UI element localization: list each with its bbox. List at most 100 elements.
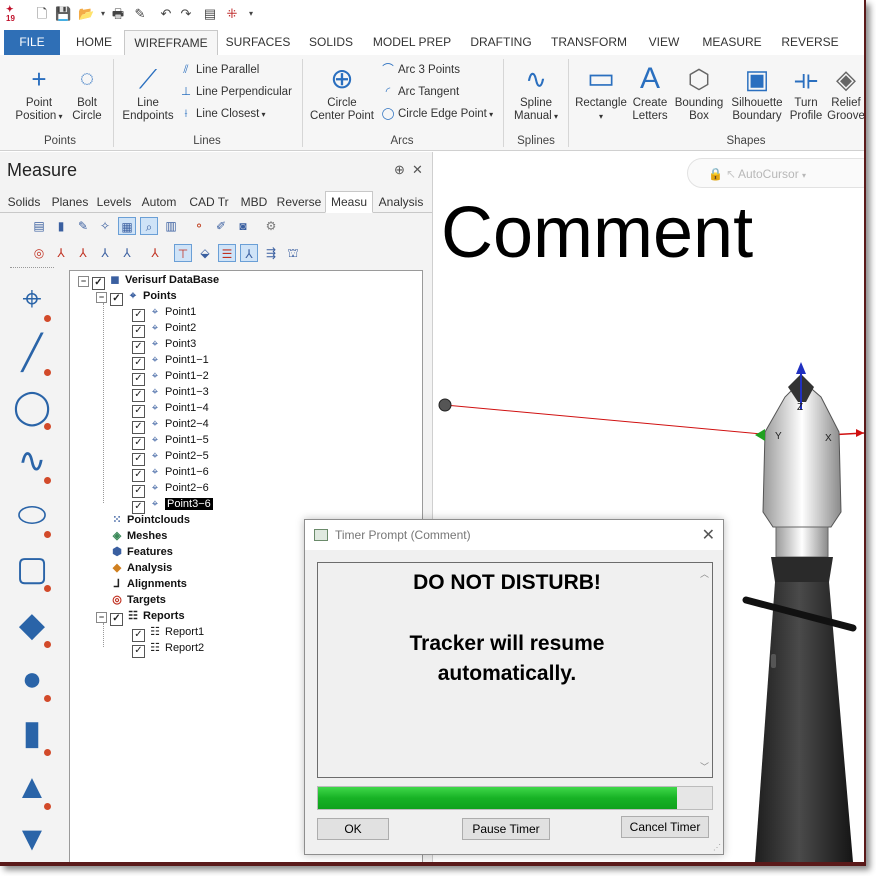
- tab-transform[interactable]: TRANSFORM: [546, 30, 632, 55]
- customize-dropdown-icon[interactable]: ▾: [243, 6, 259, 22]
- tree-node-point[interactable]: ✓ ⌖ Point1−6: [132, 464, 209, 482]
- line-endpoints-button[interactable]: ⟋ Line Endpoints: [118, 63, 178, 123]
- tree-node-point[interactable]: ✓ ⌖ Point2−6: [132, 480, 209, 498]
- point-tool-icon[interactable]: ⚬: [190, 217, 208, 235]
- tree-node-analysis[interactable]: ◆ Analysis: [110, 560, 172, 576]
- tree-node-points[interactable]: − ✓ ⌖ Points: [96, 288, 177, 306]
- tab-file[interactable]: FILE: [4, 30, 60, 55]
- line-closest-button[interactable]: ⟊ Line Closest ▾: [178, 105, 266, 123]
- tree-node-point[interactable]: ✓ ⌖ Point1−1: [132, 352, 209, 370]
- tab-solids[interactable]: SOLIDS: [302, 30, 360, 55]
- align-icon[interactable]: ⅄: [118, 244, 136, 262]
- tree-node-point[interactable]: ✓ ⌖ Point1−2: [132, 368, 209, 386]
- device-icon[interactable]: ▦: [118, 217, 136, 235]
- tree-node-point[interactable]: ✓ ⌖ Point1: [132, 304, 196, 322]
- checkbox[interactable]: ✓: [110, 293, 123, 306]
- tree-node-point[interactable]: ✓ ⌖ Point2: [132, 320, 196, 338]
- tab-planes[interactable]: Planes: [48, 192, 92, 212]
- coordinate-icon[interactable]: ⅄: [96, 244, 114, 262]
- tree-node-point[interactable]: ✓ ⌖ Point2−5: [132, 448, 209, 466]
- tree-node-point[interactable]: ✓ ⌖ Point1−3: [132, 384, 209, 402]
- tab-solids-manager[interactable]: Solids: [4, 192, 44, 212]
- edit-icon[interactable]: ✎: [132, 6, 148, 22]
- tree-node-reports[interactable]: − ✓ ☷ Reports: [96, 608, 185, 626]
- report-icon[interactable]: ▥: [162, 217, 180, 235]
- checkbox[interactable]: ✓: [110, 613, 123, 626]
- tab-model-prep[interactable]: MODEL PREP: [368, 30, 456, 55]
- measure-settings-icon[interactable]: ▤: [30, 217, 48, 235]
- line-parallel-button[interactable]: ⫽ Line Parallel: [178, 61, 259, 79]
- pause-timer-button[interactable]: Pause Timer: [462, 818, 550, 840]
- collapse-icon[interactable]: −: [96, 292, 107, 303]
- tree-node-point[interactable]: ✓ ⌖ Point1−4: [132, 400, 209, 418]
- tab-mbd[interactable]: MBD: [236, 192, 272, 212]
- print-icon[interactable]: 🖶: [110, 6, 126, 22]
- tree-node-point[interactable]: ✓ ⌖ Point2−4: [132, 416, 209, 434]
- device-select-icon[interactable]: ⊤: [174, 244, 192, 262]
- tab-measure[interactable]: MEASURE: [696, 30, 768, 55]
- silhouette-boundary-button[interactable]: ▣ Silhouette Boundary: [726, 63, 788, 123]
- dialog-title-bar[interactable]: Timer Prompt (Comment) ✕: [305, 520, 723, 550]
- redo-icon[interactable]: ↷: [178, 6, 194, 22]
- dialog-close-icon[interactable]: ✕: [702, 525, 715, 545]
- palette-grip[interactable]: [10, 267, 54, 270]
- tab-analysis[interactable]: Analysis: [376, 192, 426, 212]
- properties-icon[interactable]: ▤: [202, 6, 218, 22]
- axis-red-icon[interactable]: ⅄: [146, 244, 164, 262]
- point-position-button[interactable]: + Point Position ▾: [8, 63, 70, 123]
- frame-axis-icon[interactable]: ⅄: [240, 244, 258, 262]
- line-perpendicular-button[interactable]: ⊥ Line Perpendicular: [178, 83, 292, 101]
- tree-node-root[interactable]: − ✓ ◼ Verisurf DataBase: [78, 272, 219, 290]
- tree-node-meshes[interactable]: ◈ Meshes: [110, 528, 168, 544]
- resize-grip-icon[interactable]: ⋰: [713, 843, 721, 852]
- settings-gear-icon[interactable]: ⚙: [262, 217, 280, 235]
- save-icon[interactable]: 💾: [55, 6, 71, 22]
- tab-reverse[interactable]: REVERSE: [776, 30, 844, 55]
- undo-icon[interactable]: ↶: [158, 6, 174, 22]
- rectangle-button[interactable]: ▭ Rectangle ▾: [572, 63, 630, 123]
- tab-surfaces[interactable]: SURFACES: [222, 30, 294, 55]
- open-folder-icon[interactable]: 📂: [78, 6, 94, 22]
- tab-autom[interactable]: Autom: [136, 192, 182, 212]
- list-icon[interactable]: ☰: [218, 244, 236, 262]
- message-scrollbar[interactable]: ︿ ﹀: [696, 563, 712, 777]
- tab-view[interactable]: VIEW: [640, 30, 688, 55]
- snap-icon[interactable]: ⁜: [224, 6, 240, 22]
- checkbox[interactable]: ✓: [132, 645, 145, 658]
- scroll-up-icon[interactable]: ︿: [700, 567, 709, 580]
- close-icon[interactable]: ✕: [412, 162, 423, 178]
- tree-node-point[interactable]: ✓ ⌖ Point1−5: [132, 432, 209, 450]
- bolt-circle-button[interactable]: ◌ Bolt Circle: [66, 63, 108, 123]
- cancel-timer-button[interactable]: Cancel Timer: [621, 816, 709, 838]
- tab-measu[interactable]: Measu: [325, 191, 373, 213]
- target-icon[interactable]: ◎: [30, 244, 48, 262]
- open-dropdown-icon[interactable]: ▾: [95, 6, 111, 22]
- ok-button[interactable]: OK: [317, 818, 389, 840]
- tab-home[interactable]: HOME: [66, 30, 122, 55]
- relief-groove-button[interactable]: ◈ Relief Groove: [826, 63, 866, 123]
- collapse-icon[interactable]: −: [78, 276, 89, 287]
- turn-profile-button[interactable]: ⟛ Turn Profile: [786, 63, 826, 123]
- arc-tangent-button[interactable]: ◜ Arc Tangent: [380, 83, 459, 101]
- tree-node-pointclouds[interactable]: ⁙ Pointclouds: [110, 512, 190, 528]
- new-file-icon[interactable]: 🗋: [34, 6, 50, 22]
- circle-center-point-button[interactable]: ⊕ Circle Center Point: [306, 63, 378, 123]
- tab-drafting[interactable]: DRAFTING: [464, 30, 538, 55]
- circle-edge-point-button[interactable]: ◯ Circle Edge Point ▾: [380, 105, 494, 123]
- scroll-down-icon[interactable]: ﹀: [700, 760, 709, 773]
- tree-node-point[interactable]: ✓ ⌖ Point3−6: [132, 496, 213, 514]
- zoom-find-icon[interactable]: ⌕: [140, 217, 158, 235]
- axis-alt-icon[interactable]: ⅄: [74, 244, 92, 262]
- tree-node-features[interactable]: ⬢ Features: [110, 544, 173, 560]
- countersink-tool-icon[interactable]: ▼: [10, 815, 54, 863]
- camera-icon[interactable]: ◙: [234, 217, 252, 235]
- collapse-icon[interactable]: −: [96, 612, 107, 623]
- tab-levels[interactable]: Levels: [94, 192, 134, 212]
- probe-comp-icon[interactable]: ⇶: [262, 244, 280, 262]
- bounding-box-button[interactable]: ⬡ Bounding Box: [670, 63, 728, 123]
- tab-cad-tr[interactable]: CAD Tr: [186, 192, 232, 212]
- edit-list-icon[interactable]: ✎: [74, 217, 92, 235]
- tab-wireframe[interactable]: WIREFRAME: [124, 30, 218, 57]
- tree-node-alignments[interactable]: ⅃ Alignments: [110, 576, 187, 592]
- tree-node-report[interactable]: ✓ ☷ Report1: [132, 624, 204, 642]
